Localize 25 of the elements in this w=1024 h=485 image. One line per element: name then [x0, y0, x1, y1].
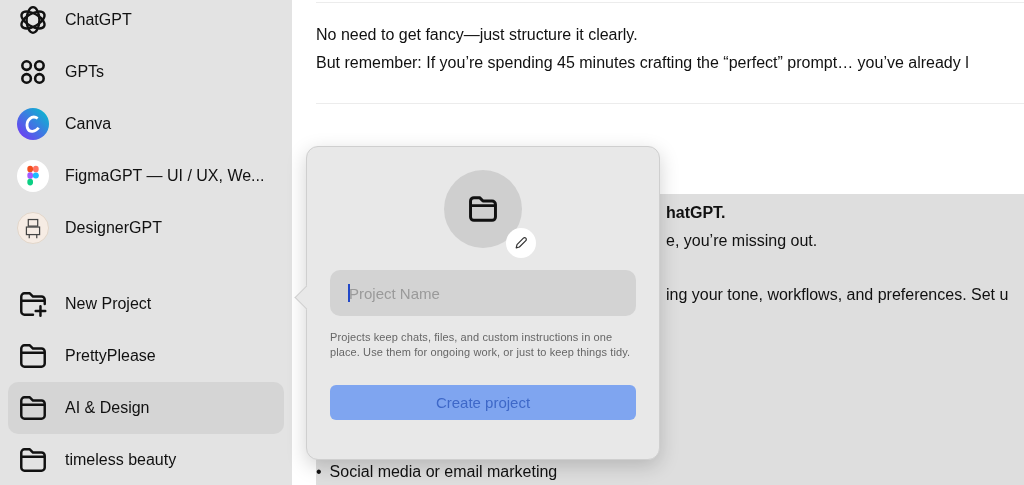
- robot-avatar-icon: [17, 212, 49, 244]
- sidebar-item[interactable]: PrettyPlease: [8, 330, 284, 382]
- sidebar-item[interactable]: New Project: [8, 278, 284, 330]
- bullet-marker: •: [316, 463, 322, 481]
- sidebar-item[interactable]: timeless beauty: [8, 434, 284, 485]
- chat-paragraph: No need to get fancy—just structure it clearly.: [316, 25, 639, 45]
- sidebar-item[interactable]: Canva: [8, 98, 284, 150]
- pencil-icon: [513, 235, 529, 251]
- sidebar-item[interactable]: GPTs: [8, 46, 284, 98]
- project-name-field[interactable]: Project Name: [330, 270, 636, 316]
- popover-description: Projects keep chats, files, and custom instructions in one place. Use them for ongoing work, or just to keep things tidy.: [330, 330, 632, 360]
- sidebar-item[interactable]: ChatGPT: [8, 0, 284, 46]
- list-item-text: Social media or email marketing: [329, 463, 558, 481]
- sidebar-item[interactable]: DesignerGPT: [8, 202, 284, 254]
- message-text: hatGPT.: [666, 203, 727, 223]
- message-text: e, you’re missing out.: [666, 231, 819, 251]
- sidebar-item[interactable]: AI & Design: [8, 382, 284, 434]
- message-text: ing your tone, workflows, and preferences. Set u: [666, 285, 1010, 305]
- sidebar-item[interactable]: FigmaGPT — UI / UX, We...: [8, 150, 284, 202]
- text-cursor: [348, 284, 350, 302]
- knot-logo-icon: [17, 4, 49, 36]
- chat-paragraph: But remember: If you’re spending 45 minutes crafting the “perfect” prompt… you’ve already l: [316, 53, 970, 73]
- edit-icon-button[interactable]: [506, 228, 536, 258]
- canva-logo-icon: [17, 108, 49, 140]
- figma-logo-icon: [17, 160, 49, 192]
